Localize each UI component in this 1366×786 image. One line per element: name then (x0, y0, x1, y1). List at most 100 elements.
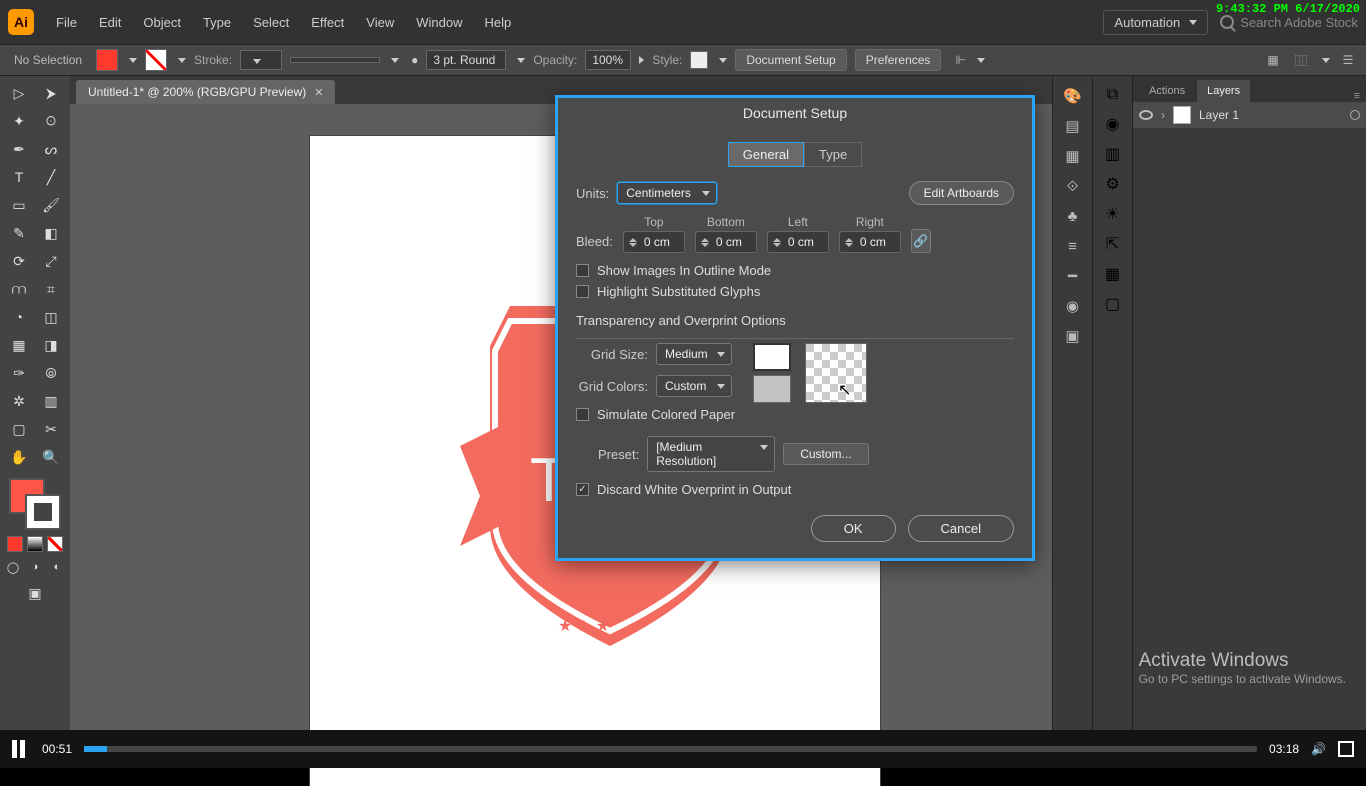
document-tab[interactable]: Untitled-1* @ 200% (RGB/GPU Preview)✕ (76, 80, 335, 104)
export-panel-icon[interactable]: ⇱ (1106, 234, 1119, 254)
eyedropper-tool[interactable]: ✑ (6, 362, 32, 384)
fill-swatch[interactable] (96, 49, 118, 71)
tab-layers[interactable]: Layers (1197, 80, 1250, 102)
var-width-profile[interactable] (290, 57, 380, 63)
curvature-tool[interactable]: ᔕ (38, 138, 64, 160)
transform-panel-icon[interactable]: ⟐ (1062, 176, 1084, 196)
tab-general[interactable]: General (728, 142, 804, 167)
grid-colors-select[interactable]: Custom (656, 375, 732, 397)
arrange-doc2-icon[interactable]: ⿲ (1291, 52, 1311, 68)
tab-type[interactable]: Type (804, 142, 862, 167)
arrange-doc-icon[interactable]: ▦ (1263, 52, 1283, 68)
target-icon[interactable] (1350, 110, 1360, 120)
stock-search[interactable]: Search Adobe Stock (1220, 15, 1358, 30)
type-tool[interactable]: T (6, 166, 32, 188)
swatches-panel-icon[interactable]: 🎨 (1062, 86, 1084, 106)
tab-actions[interactable]: Actions (1139, 80, 1195, 102)
rect-tool[interactable]: ▭ (6, 194, 32, 216)
brush-select[interactable]: 3 pt. Round (426, 50, 506, 70)
align-panel-icon[interactable]: ≡ (1062, 236, 1084, 256)
scale-tool[interactable]: ⤢ (38, 250, 64, 272)
menu-window[interactable]: Window (406, 10, 472, 35)
menu-object[interactable]: Object (133, 10, 191, 35)
units-select[interactable]: Centimeters (617, 182, 717, 204)
menu-help[interactable]: Help (474, 10, 521, 35)
chevron-down-icon[interactable] (719, 58, 727, 63)
automation-dropdown[interactable]: Automation (1103, 10, 1208, 35)
fill-stroke-control[interactable] (9, 478, 61, 530)
perspective-tool[interactable]: ◫ (38, 306, 64, 328)
none-mode-icon[interactable] (47, 536, 63, 552)
edit-artboards-button[interactable]: Edit Artboards (909, 181, 1014, 205)
lasso-tool[interactable]: ꖴ (38, 110, 64, 132)
pathfinder-icon[interactable]: ▦ (1105, 264, 1120, 284)
graphic-styles-icon[interactable]: ▣ (1062, 326, 1084, 346)
stroke-panel-icon[interactable]: ━ (1062, 266, 1084, 286)
document-info-icon[interactable]: ▤ (1062, 116, 1084, 136)
draw-behind-icon[interactable]: ◑ (26, 556, 44, 578)
bleed-right-input[interactable] (839, 231, 901, 253)
pause-button[interactable] (12, 740, 30, 758)
expand-icon[interactable]: › (1161, 108, 1165, 122)
chevron-right-icon[interactable] (639, 56, 644, 64)
visibility-icon[interactable] (1139, 110, 1153, 120)
grid-color-2[interactable] (753, 375, 791, 403)
chevron-down-icon[interactable] (977, 58, 985, 63)
asset-export-icon[interactable]: ▥ (1105, 144, 1120, 164)
grid-color-1[interactable] (753, 343, 791, 371)
ok-button[interactable]: OK (811, 515, 896, 542)
draw-inside-icon[interactable]: ◐ (48, 556, 66, 578)
volume-icon[interactable]: 🔊 (1311, 742, 1326, 756)
panel-menu-icon[interactable]: ≡ (1354, 90, 1360, 102)
chevron-down-icon[interactable] (129, 58, 137, 63)
shape-builder-tool[interactable]: ◔ (6, 306, 32, 328)
chevron-down-icon[interactable] (517, 58, 525, 63)
selection-tool[interactable]: ▷ (6, 82, 32, 104)
stroke-none-swatch[interactable] (145, 49, 167, 71)
symbols-panel-icon[interactable]: ♣ (1062, 206, 1084, 226)
panel-menu-icon[interactable]: ☰ (1338, 52, 1358, 68)
gradient-tool[interactable]: ◨ (38, 334, 64, 356)
custom-preset-button[interactable]: Custom... (783, 443, 868, 465)
preferences-button[interactable]: Preferences (855, 49, 942, 71)
line-tool[interactable]: ╱ (38, 166, 64, 188)
menu-view[interactable]: View (356, 10, 404, 35)
pen-tool[interactable]: ✒ (6, 138, 32, 160)
bleed-link-icon[interactable]: 🔗 (911, 229, 931, 253)
progress-bar[interactable] (84, 746, 1257, 752)
stroke-weight-input[interactable] (240, 50, 282, 70)
cancel-button[interactable]: Cancel (908, 515, 1014, 542)
layers-panel-icon[interactable]: ▦ (1062, 146, 1084, 166)
preset-select[interactable]: [Medium Resolution] (647, 436, 775, 472)
width-tool[interactable]: ⩋ (6, 278, 32, 300)
style-swatch[interactable] (690, 51, 708, 69)
direct-select-tool[interactable]: ⮞ (38, 82, 64, 104)
settings-panel-icon[interactable]: ⚙ (1105, 174, 1119, 194)
bleed-left-input[interactable] (767, 231, 829, 253)
show-outline-checkbox[interactable]: Show Images In Outline Mode (576, 263, 1014, 278)
grid-size-select[interactable]: Medium (656, 343, 732, 365)
align-icon[interactable]: ⊩ (955, 53, 965, 67)
hand-tool[interactable]: ✋ (6, 446, 32, 468)
menu-select[interactable]: Select (243, 10, 299, 35)
chevron-down-icon[interactable] (1322, 58, 1330, 63)
highlight-glyphs-checkbox[interactable]: Highlight Substituted Glyphs (576, 284, 1014, 299)
artboards-panel-icon[interactable]: ▢ (1105, 294, 1120, 314)
screen-mode-icon[interactable]: ▣ (22, 582, 48, 604)
mesh-tool[interactable]: ▦ (6, 334, 32, 356)
brightness-icon[interactable]: ☀ (1105, 204, 1119, 224)
cc-libraries-icon[interactable]: ◉ (1106, 114, 1120, 134)
menu-effect[interactable]: Effect (301, 10, 354, 35)
graph-tool[interactable]: ▥ (38, 390, 64, 412)
appearance-panel-icon[interactable]: ◉ (1062, 296, 1084, 316)
discard-white-checkbox[interactable]: Discard White Overprint in Output (576, 482, 1014, 497)
menu-edit[interactable]: Edit (89, 10, 131, 35)
bleed-bottom-input[interactable] (695, 231, 757, 253)
gradient-mode-icon[interactable] (27, 536, 43, 552)
chevron-down-icon[interactable] (178, 58, 186, 63)
brush-tool[interactable]: 🖌 (38, 194, 64, 216)
rotate-tool[interactable]: ⟳ (6, 250, 32, 272)
color-mode-icon[interactable] (7, 536, 23, 552)
document-setup-button[interactable]: Document Setup (735, 49, 846, 71)
bleed-top-input[interactable] (623, 231, 685, 253)
